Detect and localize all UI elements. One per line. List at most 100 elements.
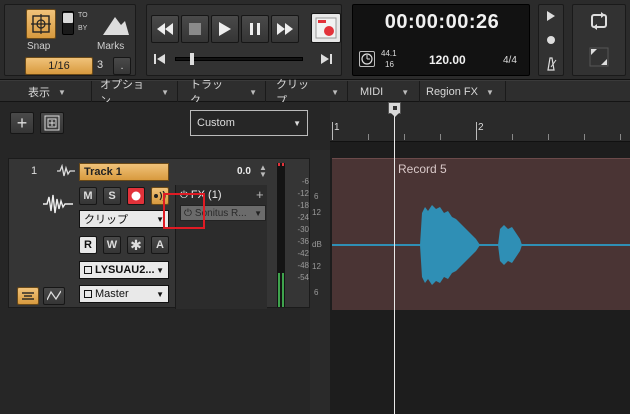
sync-clock-icon [361,53,373,65]
bit-depth: 16 [385,60,394,69]
metronome-icon[interactable] [544,57,558,74]
marks-label: Marks [97,41,125,52]
highlight-box [163,193,205,229]
tempo-value[interactable]: 120.00 [429,53,466,67]
menu-bar: 表示 ▼ オプション ▼ トラック ▼ クリップ ▼ MIDI ▼ Region FX ▼ [0,79,630,107]
solo-button[interactable]: S [103,187,121,205]
clip-title: Record 5 [398,162,447,176]
by-label: BY [78,25,88,32]
marks-button[interactable] [101,11,131,37]
transport-bar: TO BY Snap Marks 1/16 3 . 00:00:00:26 44… [0,0,630,80]
marks-icon [103,17,129,35]
archive-button[interactable]: A [151,236,169,254]
chevron-down-icon: ▼ [401,87,410,97]
waveform-icon [43,193,73,218]
input-port-icon [84,266,92,274]
chevron-down-icon: ▼ [156,265,164,275]
chevron-down-icon: ▼ [485,87,494,97]
go-to-start-icon [154,54,165,64]
menu-track[interactable]: トラック ▼ [178,79,266,107]
clip-mode-select[interactable]: クリップ ▼ [79,210,169,228]
pan-scale: 6 12 dB 12 6 [312,192,322,297]
go-to-start-button[interactable] [153,52,167,66]
output-port-icon [84,290,92,298]
snap-dot-button[interactable]: . [113,57,131,75]
automation-lane-button[interactable] [43,287,65,305]
menu-midi[interactable]: MIDI ▼ [348,81,420,103]
play-arrow-icon[interactable] [546,11,556,24]
metronome-count-button[interactable] [359,51,375,67]
playhead-line [394,110,395,414]
time-display-panel: 00:00:00:26 44.1 16 120.00 4/4 [352,4,530,76]
time-signature[interactable]: 4/4 [503,55,517,66]
pause-icon [250,23,260,35]
ruler-strip [330,102,630,110]
snap-grid-icon [31,14,51,34]
meter-scale: -6 -12 -18 -24 -30 -36 -42 -48 -54 [297,177,309,282]
ruler-mark-1: 1 [334,122,340,133]
plus-icon: + [16,112,28,133]
fast-forward-button[interactable] [271,15,299,43]
output-select[interactable]: Master ▼ [79,285,169,303]
rewind-button[interactable] [151,15,179,43]
timeline-ruler[interactable]: 1 2 [330,110,630,142]
track-number: 1 [31,165,38,177]
track-volume-value[interactable]: 0.0 [237,166,251,177]
menu-options[interactable]: オプション ▼ [92,79,178,107]
volume-spin-icon[interactable]: ▲ ▼ [259,164,267,179]
punch-icon[interactable] [589,47,609,70]
lanes-icon [22,292,34,300]
fast-forward-icon [277,23,293,35]
record-button[interactable] [311,13,341,43]
ruler-mark-2: 2 [478,122,484,133]
rewind-icon [157,23,173,35]
freeze-button[interactable]: ✱ [127,236,145,254]
snap-panel: TO BY Snap Marks 1/16 3 . [4,4,136,76]
position-slider[interactable] [175,53,303,65]
chevron-down-icon: ▼ [249,87,257,97]
mute-button[interactable]: M [79,187,97,205]
to-label: TO [78,12,88,19]
read-automation-button[interactable]: R [79,236,97,254]
track-name-field[interactable]: Track 1 [79,163,169,181]
menu-region-fx[interactable]: Region FX ▼ [420,81,506,103]
to-by-switch[interactable] [62,11,74,35]
write-automation-button[interactable]: W [103,236,121,254]
snap-toggle-button[interactable] [26,9,56,39]
record-dot-icon[interactable] [546,35,556,48]
input-select[interactable]: LYSUAU2... ▼ [79,261,169,279]
play-button[interactable] [211,15,239,43]
pause-button[interactable] [241,15,269,43]
menu-view[interactable]: 表示 ▼ [0,81,92,103]
time-counter[interactable]: 00:00:00:26 [353,11,531,34]
track-meter [277,163,285,307]
chevron-down-icon: ▼ [156,289,164,299]
stop-button[interactable] [181,15,209,43]
audio-clip[interactable]: Record 5 [332,158,630,310]
add-folder-button[interactable] [40,112,64,134]
loop-panel [572,4,626,76]
track-header: 1 Track 1 0.0 ▲ ▼ M S クリップ ▼ R W ✱ A LYSUA… [8,158,310,309]
loop-icon[interactable] [589,11,609,34]
playhead-pointer-icon [391,113,399,117]
chevron-down-icon: ▼ [161,87,169,97]
custom-view-select[interactable]: Custom ▼ [190,110,308,136]
envelope-icon [47,290,61,301]
audio-track-icon [57,163,75,181]
snap-resolution-select[interactable]: 1/16 [25,57,93,75]
arm-record-button[interactable] [127,187,145,205]
add-fx-button[interactable]: + [256,187,264,202]
record-dot-icon [131,191,141,201]
stop-icon [189,23,201,35]
menu-clip[interactable]: クリップ ▼ [266,79,348,107]
chevron-down-icon: ▼ [331,87,339,97]
go-to-end-icon [321,54,332,64]
folder-plus-icon [44,115,60,131]
add-track-button[interactable]: + [10,112,34,134]
transport-side-panel [538,4,564,76]
go-to-end-button[interactable] [319,52,333,66]
daw-window: TO BY Snap Marks 1/16 3 . 00:00:00:26 44… [0,0,630,414]
play-icon [219,22,231,36]
track-view-button[interactable] [17,287,39,305]
transport-panel [146,4,342,76]
